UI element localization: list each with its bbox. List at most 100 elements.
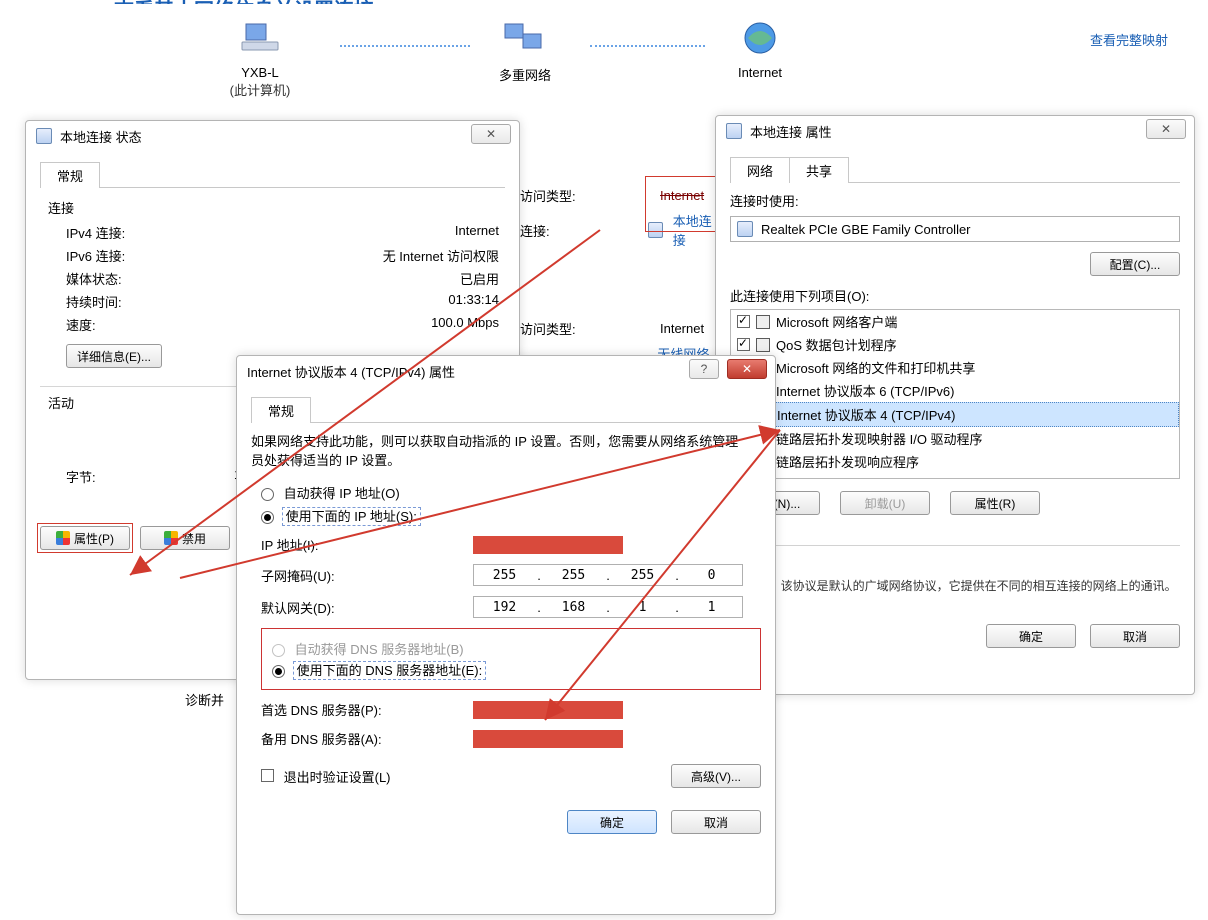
list-item[interactable]: QoS 数据包计划程序 bbox=[731, 333, 1179, 356]
validate-checkbox[interactable] bbox=[261, 769, 274, 782]
help-button[interactable]: ? bbox=[689, 359, 719, 379]
description-text: TCP/IP。该协议是默认的广域网络协议，它提供在不同的相互连接的网络上的通讯。 bbox=[730, 577, 1180, 594]
advanced-button[interactable]: 高级(V)... bbox=[671, 764, 761, 788]
shield-icon bbox=[164, 531, 178, 545]
mask-field[interactable]: 255. 255. 255. 0 bbox=[473, 564, 743, 586]
access-type-value: Internet bbox=[660, 321, 704, 336]
items-label: 此连接使用下列项目(O): bbox=[730, 286, 1180, 305]
close-button[interactable]: ✕ bbox=[1146, 119, 1186, 139]
ip-field-redacted[interactable] bbox=[473, 536, 623, 554]
network-map: 查看完整映射 YXB-L (此计算机) 多重网络 Internet bbox=[80, 0, 1208, 120]
ip-label: IP 地址(I): bbox=[261, 535, 461, 554]
gateway-field[interactable]: 192. 168. 1. 1 bbox=[473, 596, 743, 618]
connections-label: 连接: bbox=[520, 221, 638, 240]
node-label: Internet bbox=[710, 65, 810, 80]
cancel-button[interactable]: 取消 bbox=[1090, 624, 1180, 648]
uninstall-button[interactable]: 卸载(U) bbox=[840, 491, 930, 515]
media-value: 已启用 bbox=[216, 269, 505, 288]
ipv6-label: IPv6 连接: bbox=[66, 246, 216, 265]
network-icon bbox=[726, 123, 742, 139]
details-button[interactable]: 详细信息(E)... bbox=[66, 344, 162, 368]
dns2-field-redacted[interactable] bbox=[473, 730, 623, 748]
list-item-ipv4[interactable]: Internet 协议版本 4 (TCP/IPv4) bbox=[731, 402, 1179, 427]
radio-label: 自动获得 IP 地址(O) bbox=[284, 486, 400, 501]
list-item[interactable]: Microsoft 网络的文件和打印机共享 bbox=[731, 356, 1179, 379]
close-button[interactable]: ✕ bbox=[727, 359, 767, 379]
tab-general[interactable]: 常规 bbox=[251, 397, 311, 423]
connection-group: 连接 IPv4 连接:Internet IPv6 连接:无 Internet 访… bbox=[40, 198, 505, 368]
adapter-name: Realtek PCIe GBE Family Controller bbox=[761, 222, 971, 237]
checkbox-icon[interactable] bbox=[737, 315, 750, 328]
dns1-field-redacted[interactable] bbox=[473, 701, 623, 719]
list-item[interactable]: Microsoft 网络客户端 bbox=[731, 310, 1179, 333]
local-connection-link[interactable]: 本地连接 bbox=[673, 211, 720, 249]
duration-value: 01:33:14 bbox=[216, 292, 505, 311]
close-button[interactable]: ✕ bbox=[471, 124, 511, 144]
component-icon bbox=[756, 315, 770, 329]
component-icon bbox=[756, 338, 770, 352]
ok-button[interactable]: 确定 bbox=[567, 810, 657, 834]
access-type-label: 访问类型: bbox=[520, 186, 650, 205]
list-item[interactable]: 链路层拓扑发现响应程序 bbox=[731, 450, 1179, 473]
speed-label: 速度: bbox=[66, 315, 216, 334]
dns2-label: 备用 DNS 服务器(A): bbox=[261, 729, 461, 748]
description-heading: 描述 bbox=[730, 556, 1180, 573]
note-text: 如果网络支持此功能，则可以获取自动指派的 IP 设置。否则，您需要从网络系统管理… bbox=[251, 431, 761, 469]
item-properties-button[interactable]: 属性(R) bbox=[950, 491, 1040, 515]
tab-share[interactable]: 共享 bbox=[789, 157, 849, 183]
disable-button[interactable]: 禁用 bbox=[140, 526, 230, 550]
radio-label: 自动获得 DNS 服务器地址(B) bbox=[295, 642, 464, 657]
radio-use-ip[interactable] bbox=[261, 511, 274, 524]
dns-highlight-box: 自动获得 DNS 服务器地址(B) 使用下面的 DNS 服务器地址(E): bbox=[261, 628, 761, 690]
node-multinet: 多重网络 bbox=[475, 20, 575, 84]
radio-label: 使用下面的 IP 地址(S): bbox=[284, 509, 419, 524]
tab-general[interactable]: 常规 bbox=[40, 162, 100, 188]
checkbox-icon[interactable] bbox=[737, 338, 750, 351]
list-item[interactable]: Internet 协议版本 6 (TCP/IPv6) bbox=[731, 379, 1179, 402]
components-listbox[interactable]: Microsoft 网络客户端 QoS 数据包计划程序 Microsoft 网络… bbox=[730, 309, 1180, 479]
media-label: 媒体状态: bbox=[66, 269, 216, 288]
window-title: 本地连接 属性 bbox=[750, 122, 832, 141]
speed-value: 100.0 Mbps bbox=[216, 315, 505, 334]
mask-label: 子网掩码(U): bbox=[261, 566, 461, 585]
window-title: 本地连接 状态 bbox=[60, 127, 142, 146]
network-icon bbox=[648, 222, 663, 238]
tab-network[interactable]: 网络 bbox=[730, 157, 790, 183]
diagnose-text: 诊断并 bbox=[185, 690, 224, 709]
node-internet: Internet bbox=[710, 20, 810, 80]
node-sublabel: (此计算机) bbox=[230, 83, 291, 98]
ipv4-label: IPv4 连接: bbox=[66, 223, 216, 242]
tabs: 常规 bbox=[251, 396, 761, 423]
properties-window: 本地连接 属性 ✕ 网络 共享 连接时使用: Realtek PCIe GBE … bbox=[715, 115, 1195, 695]
validate-label: 退出时验证设置(L) bbox=[284, 770, 391, 785]
computer-icon bbox=[240, 20, 280, 56]
globe-icon bbox=[742, 20, 778, 56]
list-item[interactable]: 链路层拓扑发现映射器 I/O 驱动程序 bbox=[731, 427, 1179, 450]
window-title: Internet 协议版本 4 (TCP/IPv4) 属性 bbox=[247, 362, 455, 381]
ok-button[interactable]: 确定 bbox=[986, 624, 1076, 648]
tabs: 网络 共享 bbox=[730, 156, 1180, 183]
ipv4-value: Internet bbox=[216, 223, 505, 242]
gateway-label: 默认网关(D): bbox=[261, 598, 461, 617]
duration-label: 持续时间: bbox=[66, 292, 216, 311]
shield-icon bbox=[56, 531, 70, 545]
access-type-value: Internet bbox=[660, 188, 704, 203]
cancel-button[interactable]: 取消 bbox=[671, 810, 761, 834]
node-label: YXB-L bbox=[200, 65, 320, 80]
network-icon bbox=[36, 128, 52, 144]
node-label: 多重网络 bbox=[475, 65, 575, 84]
configure-button[interactable]: 配置(C)... bbox=[1090, 252, 1180, 276]
network-icon bbox=[503, 20, 547, 56]
radio-label: 使用下面的 DNS 服务器地址(E): bbox=[295, 663, 485, 678]
properties-button[interactable]: 属性(P) bbox=[40, 526, 130, 550]
ipv6-value: 无 Internet 访问权限 bbox=[216, 246, 505, 265]
radio-use-dns[interactable] bbox=[272, 665, 285, 678]
view-full-map-link[interactable]: 查看完整映射 bbox=[1090, 30, 1168, 49]
access-type-label: 访问类型: bbox=[520, 319, 650, 338]
node-computer: YXB-L (此计算机) bbox=[200, 20, 320, 99]
dns1-label: 首选 DNS 服务器(P): bbox=[261, 700, 461, 719]
radio-auto-dns[interactable] bbox=[272, 644, 285, 657]
description-frame: 描述 TCP/IP。该协议是默认的广域网络协议，它提供在不同的相互连接的网络上的… bbox=[730, 545, 1180, 594]
adapter-icon bbox=[737, 221, 753, 237]
radio-auto-ip[interactable] bbox=[261, 488, 274, 501]
